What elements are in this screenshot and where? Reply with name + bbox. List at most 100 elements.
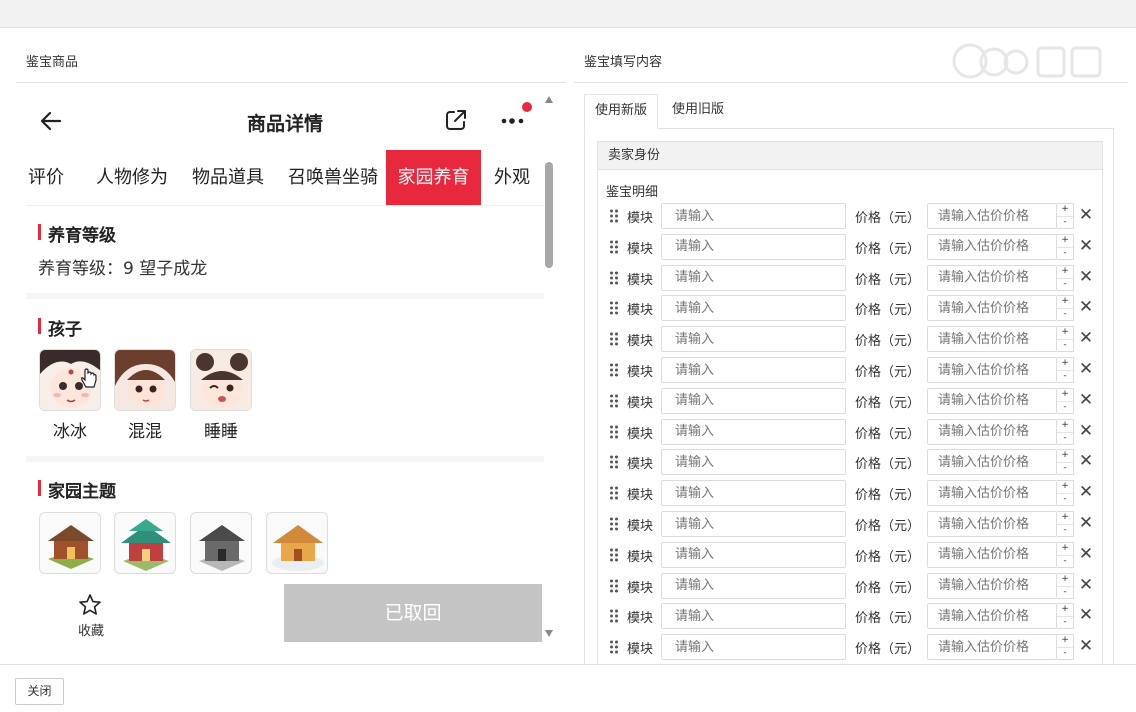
module-input[interactable] [661,480,846,507]
delete-row-icon[interactable]: ✕ [1076,421,1096,441]
decrement-button[interactable]: - [1057,462,1073,475]
delete-row-icon[interactable]: ✕ [1076,267,1096,287]
module-input[interactable] [661,264,846,291]
price-input[interactable] [927,295,1057,322]
price-input[interactable] [927,357,1057,383]
price-input[interactable] [927,603,1057,630]
module-input[interactable] [661,233,846,260]
drag-handle-icon[interactable] [609,271,619,285]
drag-handle-icon[interactable] [609,486,619,500]
module-input[interactable] [661,603,846,630]
decrement-button[interactable]: - [1057,308,1073,321]
drag-handle-icon[interactable] [609,548,619,562]
module-input[interactable] [661,203,846,229]
module-input[interactable] [661,572,846,599]
module-input[interactable] [661,634,846,661]
delete-row-icon[interactable]: ✕ [1076,359,1096,379]
delete-row-icon[interactable]: ✕ [1076,297,1096,317]
decrement-button[interactable]: - [1057,432,1073,445]
price-input[interactable] [927,203,1057,229]
module-input[interactable] [661,357,846,383]
module-input[interactable] [661,387,846,414]
module-input[interactable] [661,449,846,476]
price-input[interactable] [927,634,1057,661]
decrement-button[interactable]: - [1057,555,1073,568]
delete-row-icon[interactable]: ✕ [1076,636,1096,656]
drag-handle-icon[interactable] [609,579,619,593]
star-icon[interactable] [78,593,102,617]
delete-row-icon[interactable]: ✕ [1076,328,1096,348]
drag-handle-icon[interactable] [609,240,619,254]
price-input[interactable] [927,233,1057,260]
delete-row-icon[interactable]: ✕ [1076,482,1096,502]
price-input[interactable] [927,326,1057,353]
module-input[interactable] [661,418,846,445]
decrement-button[interactable]: - [1057,247,1073,260]
module-input[interactable] [661,541,846,568]
home-theme-thumbnail[interactable] [190,512,252,574]
tab-old-version[interactable]: 使用旧版 [658,95,738,125]
drag-handle-icon[interactable] [609,301,619,315]
tab-reviews[interactable]: 评价 [26,150,70,205]
decrement-button[interactable]: - [1057,493,1073,506]
module-label: 模块 [627,457,654,473]
decrement-button[interactable]: - [1057,524,1073,537]
share-icon[interactable] [444,108,468,132]
decrement-button[interactable]: - [1057,401,1073,414]
tab-character[interactable]: 人物修为 [88,150,176,205]
decrement-button[interactable]: - [1057,339,1073,352]
decrement-button[interactable]: - [1057,586,1073,599]
module-input[interactable] [661,511,846,537]
tab-summons[interactable]: 召唤兽坐骑 [280,150,386,205]
drag-handle-icon[interactable] [609,394,619,408]
tab-new-version[interactable]: 使用新版 [584,94,658,129]
scrollbar-thumb[interactable] [545,162,553,268]
delete-row-icon[interactable]: ✕ [1076,236,1096,256]
tab-home-raising[interactable]: 家园养育 [386,150,481,205]
decrement-button[interactable]: - [1057,616,1073,629]
price-input[interactable] [927,480,1057,507]
favorite-label[interactable]: 收藏 [66,620,116,639]
delete-row-icon[interactable]: ✕ [1076,451,1096,471]
drag-handle-icon[interactable] [609,209,619,223]
decrement-button[interactable]: - [1057,278,1073,291]
scroll-up-arrow[interactable] [545,96,553,103]
price-input[interactable] [927,572,1057,599]
home-theme-thumbnail[interactable] [114,512,176,574]
drag-handle-icon[interactable] [609,332,619,346]
price-input[interactable] [927,449,1057,476]
decrement-button[interactable]: - [1057,647,1073,660]
delete-row-icon[interactable]: ✕ [1076,575,1096,595]
delete-row-icon[interactable]: ✕ [1076,390,1096,410]
drag-handle-icon[interactable] [609,425,619,439]
price-input[interactable] [927,511,1057,537]
drag-handle-icon[interactable] [609,517,619,531]
price-input[interactable] [927,264,1057,291]
drag-handle-icon[interactable] [609,640,619,654]
drag-handle-icon[interactable] [609,609,619,623]
decrement-button[interactable]: - [1057,370,1073,383]
home-theme-thumbnail[interactable] [39,512,101,574]
child-avatar[interactable] [114,349,176,411]
scroll-down-arrow[interactable] [545,630,553,637]
close-button[interactable]: 关闭 [15,678,64,705]
price-input[interactable] [927,418,1057,445]
drag-handle-icon[interactable] [609,455,619,469]
delete-row-icon[interactable]: ✕ [1076,544,1096,564]
home-theme-thumbnail[interactable] [266,512,328,574]
child-avatar[interactable] [190,349,252,411]
module-label: 模块 [627,519,654,534]
tab-appearance[interactable]: 外观 [488,150,536,205]
more-icon[interactable] [500,112,530,128]
delete-row-icon[interactable]: ✕ [1076,605,1096,625]
delete-row-icon[interactable]: ✕ [1076,513,1096,533]
withdrawn-status-button[interactable]: 已取回 [284,584,542,642]
module-input[interactable] [661,295,846,322]
module-input[interactable] [661,326,846,353]
decrement-button[interactable]: - [1057,216,1073,229]
drag-handle-icon[interactable] [609,363,619,377]
price-input[interactable] [927,541,1057,568]
tab-items[interactable]: 物品道具 [184,150,272,205]
price-input[interactable] [927,387,1057,414]
delete-row-icon[interactable]: ✕ [1076,205,1096,225]
